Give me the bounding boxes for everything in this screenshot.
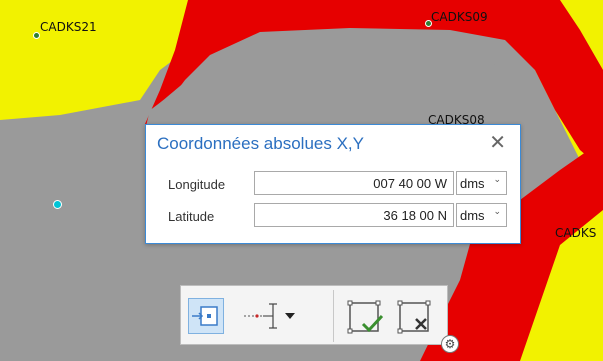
cancel-x-icon: [397, 300, 431, 334]
latitude-input[interactable]: 36 18 00 N: [254, 203, 454, 227]
latitude-label: Latitude: [168, 209, 215, 224]
toolbar-separator: [333, 290, 334, 342]
latitude-unit-select[interactable]: dms ⌄: [456, 203, 507, 227]
map-label-cadks: CADKS: [555, 226, 597, 240]
dropdown-arrow-icon: [285, 313, 295, 319]
map-label-cadks21: CADKS21: [33, 20, 97, 39]
absolute-xy-button[interactable]: [188, 298, 224, 334]
construction-tool-button[interactable]: [241, 300, 301, 332]
editing-toolbar: [180, 285, 448, 345]
absolute-xy-icon: [192, 306, 218, 326]
gear-icon[interactable]: ⚙: [441, 335, 459, 353]
close-icon[interactable]: ✕: [489, 131, 506, 153]
map-point-marker[interactable]: [53, 200, 62, 209]
longitude-input[interactable]: 007 40 00 W: [254, 171, 454, 195]
longitude-unit-value: dms: [460, 176, 485, 191]
longitude-unit-select[interactable]: dms ⌄: [456, 171, 507, 195]
line-segment-icon: [244, 303, 295, 329]
latitude-unit-value: dms: [460, 208, 485, 223]
finish-check-icon: [347, 300, 384, 334]
chevron-down-icon: ⌄: [493, 175, 501, 185]
absolute-xy-dialog: Coordonnées absolues X,Y ✕ Longitude 007…: [145, 124, 521, 244]
map-label-cadks09: CADKS09: [425, 10, 488, 27]
chevron-down-icon: ⌄: [493, 207, 501, 217]
cancel-button[interactable]: [396, 298, 436, 336]
longitude-label: Longitude: [168, 177, 226, 192]
dialog-title: Coordonnées absolues X,Y: [157, 134, 364, 153]
finish-button[interactable]: [346, 298, 386, 336]
